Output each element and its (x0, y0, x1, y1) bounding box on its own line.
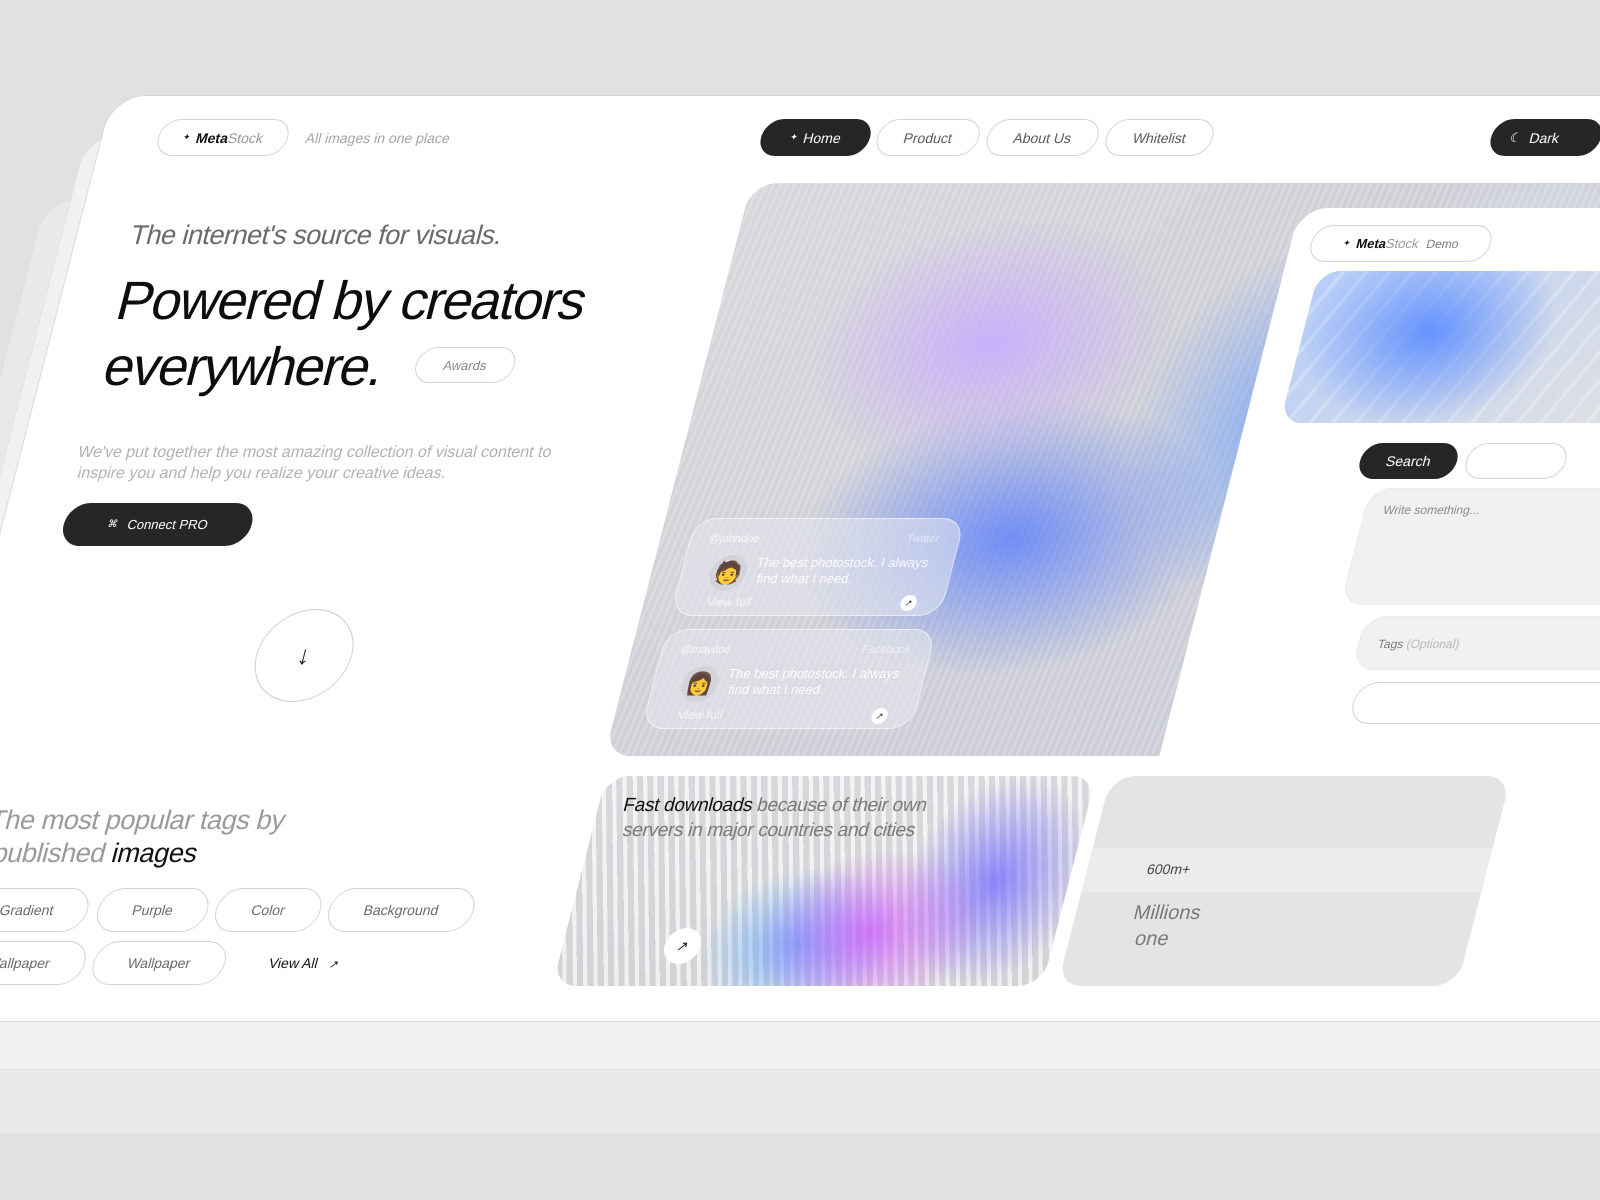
tag-label: Wallpaper (0, 955, 52, 971)
testimonial-quote: The best photostock. I always find what … (751, 555, 930, 587)
tagline: All images in one place (303, 130, 452, 146)
stats-caption: Millions one (1124, 900, 1204, 952)
demo-tags-label: Tags (Optional) (1376, 637, 1461, 651)
tag-chip[interactable]: Color (210, 888, 327, 932)
sparkle-icon: ✦ (1341, 238, 1352, 248)
demo-search-label: Search (1384, 453, 1433, 469)
testimonial-quote-line1: The best photostock. I always (755, 555, 931, 570)
arrow-up-right-icon[interactable]: ↗ (659, 928, 706, 964)
hero-description-line2: inspire you and help you realize your cr… (75, 465, 449, 482)
demo-logo[interactable]: ✦ Meta Stock Demo (1306, 225, 1496, 262)
testimonial-card[interactable]: @maydoe Facebook 👩 The best photostock. … (641, 629, 937, 729)
logo-stock-text: Stock (226, 129, 266, 146)
testimonial-source: Facebook (860, 644, 913, 656)
arrow-up-right-icon: ↗ (327, 959, 341, 971)
nav-about-label: About Us (1011, 129, 1074, 146)
tag-chip[interactable]: Gradient (0, 888, 94, 932)
nav-product-label: Product (901, 129, 955, 146)
demo-textarea[interactable]: Write something... (1340, 488, 1600, 605)
view-full-link[interactable]: View full (676, 708, 724, 722)
demo-badge: Demo (1424, 236, 1461, 251)
demo-logo-stock: Stock (1384, 236, 1421, 251)
hero-headline-line1: Powered by creators (110, 271, 593, 331)
fast-downloads-text: Fast downloads because of their own serv… (614, 793, 930, 843)
fast-downloads-title: Fast downloads (620, 795, 756, 816)
fast-downloads-title-rest: because of their own (754, 795, 930, 816)
demo-tags-text: Tags (1376, 637, 1406, 651)
demo-search-button[interactable]: Search (1355, 443, 1462, 479)
testimonial-quote-line1: The best photostock. I always (726, 666, 902, 681)
tag-label: Gradient (0, 902, 56, 918)
hero-description-line1: We've put together the most amazing coll… (76, 444, 554, 461)
testimonial-handle: @johndoe (707, 533, 761, 545)
stats-caption-line2: one (1132, 928, 1172, 950)
tag-label: Wallpaper (125, 955, 193, 971)
hero-subtitle: The internet's source for visuals. (127, 220, 506, 250)
nav-product[interactable]: Product (872, 119, 984, 156)
awards-badge[interactable]: Awards (411, 347, 520, 383)
tags-heading-images: images (108, 838, 201, 868)
testimonial-handle: @maydoe (678, 644, 733, 656)
testimonial-source: Twitter (905, 533, 941, 545)
command-icon: ⌘ (106, 519, 120, 530)
logo-meta-text: Meta (194, 129, 231, 146)
avatar-woman: 👩 (677, 666, 723, 702)
demo-image: Le (1279, 271, 1600, 423)
arrow-up-right-icon[interactable]: ↗ (898, 595, 919, 611)
demo-tags-hint: (Optional) (1404, 637, 1462, 651)
view-all-label: View All (267, 955, 320, 971)
demo-textarea-placeholder: Write something... (1381, 503, 1482, 517)
stats-card: 600m+ Millions one (1057, 776, 1512, 986)
dark-mode-label: Dark (1527, 129, 1562, 146)
popular-tags-heading: The most popular tags by published image… (0, 804, 289, 870)
connect-pro-label: Connect PRO (125, 517, 210, 532)
nav-about-us[interactable]: About Us (982, 119, 1103, 156)
tags-heading-published: published (0, 838, 110, 868)
arrow-down-icon: ↓ (293, 640, 315, 670)
demo-submit-button[interactable] (1347, 682, 1600, 724)
avatar-man: 🧑 (705, 555, 751, 591)
arrow-up-right-icon[interactable]: ↗ (869, 708, 890, 724)
demo-tags-input[interactable]: Tags (Optional) (1351, 616, 1600, 670)
scroll-down-button[interactable]: ↓ (244, 609, 365, 702)
sparkle-icon: ✦ (181, 132, 192, 142)
stats-value: 600m+ (1145, 861, 1193, 877)
tag-label: Purple (130, 902, 176, 918)
nav-whitelist[interactable]: Whitelist (1101, 119, 1218, 156)
demo-secondary-button[interactable] (1461, 443, 1571, 479)
fast-downloads-card: Fast downloads because of their own serv… (552, 776, 1097, 986)
testimonial-card[interactable]: @johndoe Twitter 🧑 The best photostock. … (670, 518, 966, 616)
tags-heading-line1: The most popular tags by (0, 805, 289, 835)
view-all-link[interactable]: View All ↗ (267, 955, 341, 971)
tag-chip[interactable]: Wallpaper (0, 941, 91, 985)
dark-mode-toggle[interactable]: ☾ Dark (1486, 119, 1600, 156)
logo-button[interactable]: ✦ Meta Stock (153, 119, 293, 156)
tag-label: Background (361, 902, 441, 918)
landing-page-card: ✦ Meta Stock All images in one place ✦ Ho… (0, 95, 1600, 1022)
tag-chip[interactable]: Wallpaper (87, 941, 231, 985)
demo-logo-meta: Meta (1354, 236, 1389, 251)
nav-home-label: Home (801, 129, 844, 146)
sparkle-icon: ✦ (788, 132, 800, 142)
stats-value-row: 600m+ (1081, 848, 1493, 892)
fast-downloads-line2: servers in major countries and cities (620, 820, 918, 841)
testimonial-quote-line2: find what I need. (726, 682, 826, 697)
view-full-link[interactable]: View full (705, 595, 753, 609)
tag-label: Color (249, 902, 288, 918)
mockup-stage: ✦ Meta Stock All images in one place ✦ Ho… (0, 0, 1600, 1200)
testimonial-quote: The best photostock. I always find what … (722, 666, 901, 698)
nav-whitelist-label: Whitelist (1131, 129, 1189, 146)
testimonial-quote-line2: find what I need. (754, 571, 855, 586)
hero-headline-line2: everywhere. (97, 337, 391, 397)
moon-icon: ☾ (1508, 129, 1524, 145)
nav-home[interactable]: ✦ Home (756, 119, 875, 156)
tag-chip[interactable]: Background (323, 888, 480, 932)
hero-description: We've put together the most amazing coll… (70, 442, 601, 484)
tags-heading-line2: published images (0, 837, 281, 870)
tag-chip[interactable]: Purple (92, 888, 214, 932)
connect-pro-button[interactable]: ⌘ Connect PRO (58, 503, 258, 546)
awards-label: Awards (441, 357, 489, 373)
stats-caption-line1: Millions (1131, 902, 1204, 924)
